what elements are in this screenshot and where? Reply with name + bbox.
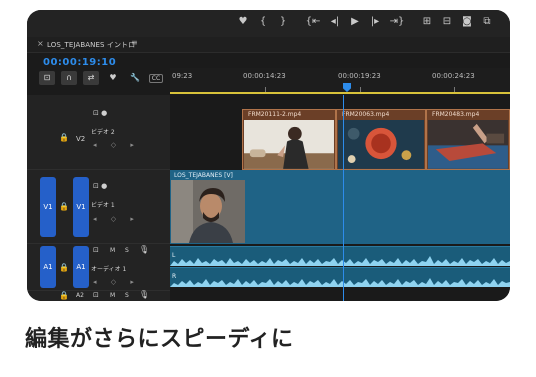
playhead-timecode[interactable]: 00:00:19:10 [43,57,116,68]
captions-icon[interactable]: CC [149,73,163,83]
linked-selection-icon[interactable]: ⇄ [83,71,99,85]
lock-icon[interactable]: 🔒 [59,202,69,211]
clip-v1[interactable]: LOS_TEJABANES [V] [170,170,510,244]
go-to-out-icon[interactable]: ⇥} [385,14,409,30]
solo-button[interactable]: S [125,292,129,299]
ruler-label: 00:00:19:23 [338,72,381,80]
add-marker-icon[interactable]: ♥ [105,71,121,85]
feature-caption: 編集がさらにスピーディに [25,327,294,352]
track-name: オーディオ 1 [91,266,127,273]
extract-icon[interactable]: ⊟ [437,14,457,30]
step-forward-icon[interactable]: |▸ [365,14,385,30]
mute-button[interactable]: M [110,292,115,299]
timeline-tracks[interactable]: FRM20111-2.mp4 FRM20063.mp4 FRM20483.mp4… [170,95,510,301]
panel-menu-icon[interactable]: ≡ [131,38,138,47]
keyframe-nav[interactable]: ◂ ◇ ▸ [93,278,140,286]
sequence-name: LOS_TEJABANES イントロ [47,41,136,49]
clip-name: FRM20483.mp4 [432,111,480,118]
lock-icon[interactable]: 🔒 [59,133,69,142]
export-frame-icon[interactable]: ◙ [457,14,477,30]
close-icon[interactable]: × [37,39,44,48]
clip-v2-1[interactable]: FRM20111-2.mp4 [242,109,336,170]
sync-lock-icon[interactable]: ⊡ [93,291,99,299]
work-area-bar[interactable] [170,92,510,94]
keyframe-nav[interactable]: ◂ ◇ ▸ [93,215,140,223]
lock-icon[interactable]: 🔒 [59,291,69,300]
toggle-sync-eye-icon[interactable]: ⊡ ● [93,109,107,117]
track-label-a2[interactable]: A2 [76,292,84,299]
ruler-label: 00:00:14:23 [243,72,286,80]
track-name: ビデオ 1 [91,202,115,209]
mute-button[interactable]: M [110,247,115,254]
clip-thumbnail [428,120,508,169]
track-label-a1[interactable]: A1 [73,246,89,288]
lock-icon[interactable]: 🔒 [59,263,69,272]
clip-thumbnail [244,120,334,169]
sequence-tab[interactable]: × LOS_TEJABANES イントロ ≡ [27,37,510,53]
track-header-a1: A1 🔒 A1 ⊡ M S 🎙 オーディオ 1 ◂ ◇ ▸ [27,244,170,291]
solo-button[interactable]: S [125,247,129,254]
sync-lock-icon[interactable]: ⊡ [93,246,99,254]
lift-icon[interactable]: ⊞ [417,14,437,30]
go-to-in-icon[interactable]: {⇤ [301,14,325,30]
clip-thumbnail [338,120,424,169]
step-back-icon[interactable]: ◂| [325,14,345,30]
clip-v2-3[interactable]: FRM20483.mp4 [426,109,510,170]
marker-icon[interactable]: ♥ [233,14,253,30]
playhead-handle[interactable] [343,83,351,92]
track-header-a2: 🔒 A2 ⊡ M S 🎙 [27,290,170,301]
playhead-line[interactable] [343,95,344,301]
clip-name: FRM20063.mp4 [342,111,390,118]
audio-clip-a1-right[interactable]: R [170,267,510,287]
track-headers: ⊡ ● 🔒 V2 ビデオ 2 ◂ ◇ ▸ V1 🔒 V1 ⊡ ● ビデオ 1 ◂… [27,95,170,301]
keyframe-nav[interactable]: ◂ ◇ ▸ [93,141,140,149]
program-monitor-toolbar: ♥ { } {⇤ ◂| ▶ |▸ ⇥} ⊞ ⊟ ◙ ⧉ [27,10,510,37]
comparison-view-icon[interactable]: ⧉ [477,14,497,30]
clip-name: FRM20111-2.mp4 [248,111,302,118]
clip-thumbnail [171,180,245,243]
clip-v2-2[interactable]: FRM20063.mp4 [336,109,426,170]
track-header-v1: V1 🔒 V1 ⊡ ● ビデオ 1 ◂ ◇ ▸ [27,170,170,244]
premiere-timeline-panel: ♥ { } {⇤ ◂| ▶ |▸ ⇥} ⊞ ⊟ ◙ ⧉ × LOS_TEJABA… [27,10,510,301]
track-header-v2: ⊡ ● 🔒 V2 ビデオ 2 ◂ ◇ ▸ [27,95,170,170]
audio-waveform [170,278,510,287]
source-target-v1[interactable]: V1 [40,177,56,237]
ruler-label: 09:23 [172,72,193,80]
mark-in-icon[interactable]: { [253,14,273,30]
voice-over-icon[interactable]: 🎙 [139,245,149,254]
snap-icon[interactable]: ∩ [61,71,77,85]
track-label-v2[interactable]: V2 [76,135,85,143]
clip-name: LOS_TEJABANES [V] [174,172,233,179]
toggle-sync-eye-icon[interactable]: ⊡ ● [93,182,107,190]
voice-over-icon[interactable]: 🎙 [139,290,149,299]
transport-controls: ♥ { } {⇤ ◂| ▶ |▸ ⇥} ⊞ ⊟ ◙ ⧉ [233,14,497,30]
audio-clip-a1-left[interactable]: L [170,246,510,266]
track-label-v1[interactable]: V1 [73,177,89,237]
settings-wrench-icon[interactable]: 🔧 [127,71,143,85]
time-ruler[interactable]: 09:23 00:00:14:23 00:00:19:23 00:00:24:2… [170,68,510,94]
mark-out-icon[interactable]: } [273,14,293,30]
track-name: ビデオ 2 [91,129,115,136]
nest-icon[interactable]: ⊡ [39,71,55,85]
timeline-tools: ⊡ ∩ ⇄ ♥ 🔧 CC [39,71,163,85]
source-target-a1[interactable]: A1 [40,246,56,288]
ruler-label: 00:00:24:23 [432,72,475,80]
play-icon[interactable]: ▶ [345,14,365,30]
audio-waveform [170,256,510,266]
